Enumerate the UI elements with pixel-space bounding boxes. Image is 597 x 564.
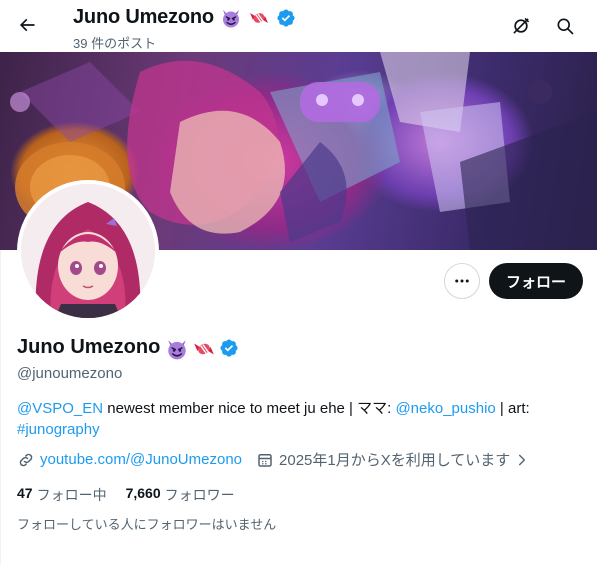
- link-icon: [19, 453, 33, 466]
- smiling-devil-emoji-icon: [220, 7, 242, 29]
- back-button[interactable]: [10, 8, 44, 42]
- followers-count: 7,660: [125, 485, 161, 501]
- bio-text-1: newest member nice to meet ju ehe | ママ:: [103, 400, 396, 417]
- profile-handle: @junoumezono: [17, 365, 123, 382]
- profile-website[interactable]: youtube.com/@JunoUmezono: [17, 451, 242, 469]
- profile-name-row: Juno Umezono: [17, 336, 239, 359]
- profile-display-name: Juno Umezono: [17, 336, 161, 358]
- followers-you-know-note: フォローしている人にフォロワーはいません: [17, 517, 277, 532]
- profile-join-date[interactable]: 2025年1月からXを利用しています: [256, 449, 529, 470]
- notifications-off-button[interactable]: [504, 9, 538, 43]
- more-dots-icon: [455, 279, 469, 283]
- following-count-link[interactable]: 47 フォロー中: [17, 485, 107, 505]
- candy-emoji-icon: [248, 7, 270, 29]
- following-label: フォロー中: [36, 487, 107, 503]
- bio-hashtag[interactable]: #junography: [17, 421, 100, 438]
- join-date-text: 2025年1月からXを利用しています: [279, 452, 511, 469]
- followers-count-link[interactable]: 7,660 フォロワー: [126, 485, 235, 505]
- bio-mention-vspo[interactable]: @VSPO_EN: [17, 400, 103, 417]
- profile-bio: @VSPO_EN newest member nice to meet ju e…: [17, 398, 577, 440]
- profile-meta: youtube.com/@JunoUmezono 2025年1月からXを利用して…: [17, 449, 529, 470]
- follow-stats: 47 フォロー中 7,660 フォロワー: [17, 485, 235, 505]
- website-link[interactable]: youtube.com/@JunoUmezono: [40, 451, 242, 468]
- follow-button[interactable]: フォロー: [489, 263, 583, 299]
- more-options-button[interactable]: [444, 263, 480, 299]
- search-icon: [557, 18, 574, 35]
- smiling-devil-emoji-icon: [165, 337, 187, 359]
- search-button[interactable]: [548, 9, 582, 43]
- calendar-icon: [258, 453, 272, 467]
- bio-text-2: | art:: [495, 400, 530, 417]
- verified-badge-icon: [276, 8, 296, 28]
- verified-badge-icon[interactable]: [219, 338, 239, 358]
- bio-mention-neko[interactable]: @neko_pushio: [395, 400, 495, 417]
- profile-header-bar: Juno Umezono 39 件のポスト: [0, 0, 597, 52]
- avatar-artwork: [21, 184, 155, 318]
- header-name: Juno Umezono: [73, 6, 214, 28]
- arrow-left-icon: [19, 18, 35, 32]
- profile-avatar[interactable]: [17, 180, 159, 322]
- candy-emoji-icon: [192, 337, 215, 359]
- header-title: Juno Umezono: [73, 6, 296, 29]
- following-count: 47: [17, 485, 33, 501]
- post-count: 39 件のポスト: [73, 36, 157, 51]
- followers-label: フォロワー: [164, 487, 235, 503]
- bell-slash-icon: [513, 18, 529, 34]
- chevron-right-icon: [519, 454, 526, 465]
